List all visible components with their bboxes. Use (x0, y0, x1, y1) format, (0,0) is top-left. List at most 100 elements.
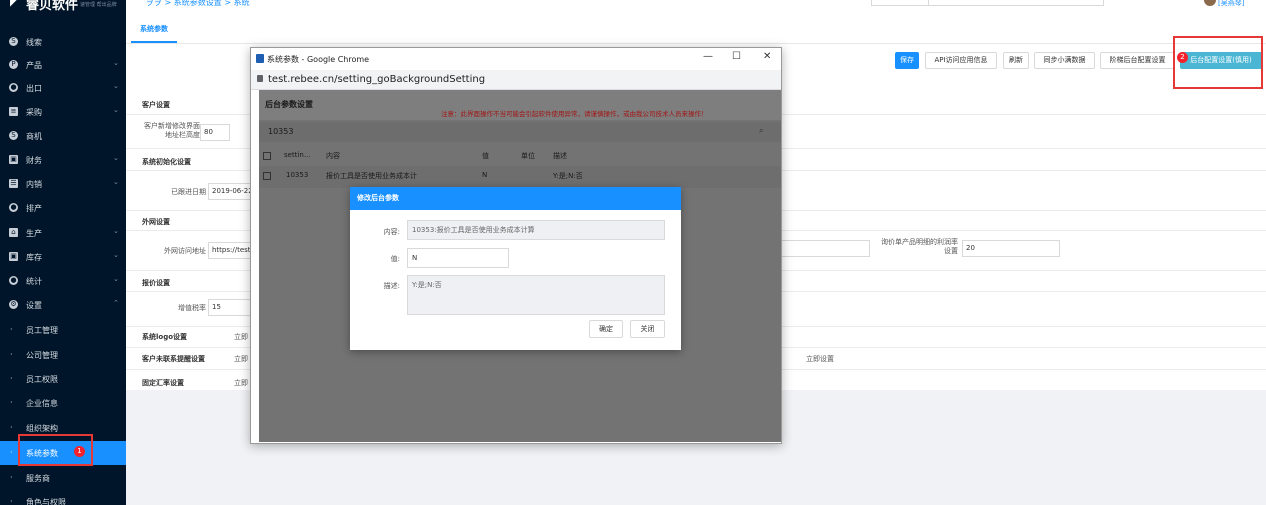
section-title: 系统logo设置 (142, 333, 188, 341)
sidebar-sub-employee-management[interactable]: · 员工管理 (0, 318, 126, 342)
sidebar-item-finance[interactable]: ▣ 财务 ⌄ (0, 148, 126, 172)
brand-name: 睿贝软件 (26, 0, 79, 13)
cell-value: N (482, 171, 488, 179)
logo-set-link[interactable]: 立即 (234, 332, 248, 342)
chevron-down-icon: ⌄ (113, 178, 119, 186)
chevron-down-icon: ⌄ (113, 154, 119, 162)
logo: ◤ 睿贝软件 速管理 帮出品牌 (0, 0, 126, 16)
profit-rate-field[interactable]: 20 (962, 240, 1060, 257)
tiered-config-button[interactable]: 阶梯后台配置设置 (1100, 52, 1175, 69)
leads-icon: S (9, 37, 18, 46)
url-text[interactable]: test.rebee.cn/setting_goBackgroundSettin… (268, 74, 485, 85)
breadcrumb[interactable]: ヺヺ > 系统参数设置 > 系统 (146, 0, 250, 8)
sidebar-item-label: 公司管理 (26, 351, 58, 360)
api-info-button[interactable]: API访问应用信息 (925, 52, 997, 69)
external-extra-field[interactable] (780, 240, 870, 257)
save-button[interactable]: 保存 (895, 52, 919, 69)
sidebar-item-opportunity[interactable]: S 商机 (0, 124, 126, 148)
chevron-down-icon: ⌄ (113, 106, 119, 114)
sidebar-item-label: 统计 (26, 277, 42, 286)
section-title: 外网设置 (142, 218, 170, 226)
sidebar-item-products[interactable]: P 产品 ⌄ (0, 53, 126, 77)
sidebar-item-scheduling[interactable]: ● 排产 (0, 196, 126, 220)
bullet: · (10, 423, 13, 432)
highlight-box (1173, 36, 1263, 89)
content-field: 10353:报价工具是否使用业务成本计算 (407, 220, 665, 240)
bullet: · (10, 325, 13, 334)
row-checkbox[interactable] (263, 172, 271, 180)
rate-set-link[interactable]: 立即 (234, 378, 248, 388)
refresh-button[interactable]: 刷新 (1003, 52, 1029, 69)
gear-icon: ⚙ (9, 300, 18, 309)
unlinked-set-link[interactable]: 立即 (234, 354, 248, 364)
sidebar-item-leads[interactable]: S 线索 (0, 30, 126, 54)
sidebar-item-production[interactable]: ⌂ 生产 ⌄ (0, 221, 126, 245)
sidebar-item-label: 财务 (26, 156, 42, 165)
sidebar-item-label: 出口 (26, 84, 42, 93)
sidebar-sub-service-provider[interactable]: · 服务商 (0, 466, 126, 490)
chevron-down-icon: ⌄ (113, 275, 119, 283)
user-name[interactable]: [吴燕琴] (1218, 0, 1244, 8)
top-search-input[interactable] (871, 0, 1104, 6)
section-title: 系统初始化设置 (142, 158, 191, 166)
customer-height-field[interactable]: 80 (200, 124, 230, 141)
warning-text: 注意：此界面操作不当可能会引起软件使用异常，请谨慎操作，或由我公司技术人员来操作… (441, 110, 708, 118)
field-label: 外网访问地址 (164, 247, 206, 255)
desc-label: 描述: (383, 282, 400, 290)
value-field[interactable]: N (407, 248, 509, 268)
sidebar-item-domestic-sales[interactable]: ☰ 内销 ⌄ (0, 172, 126, 196)
maximize-icon[interactable]: ☐ (732, 51, 741, 62)
online-date-field[interactable]: 2019-06-22 (208, 183, 252, 200)
sidebar-item-export[interactable]: ● 出口 ⌄ (0, 76, 126, 100)
pie-chart-icon: ● (9, 276, 18, 285)
sidebar-item-inventory[interactable]: ▣ 库存 ⌄ (0, 245, 126, 269)
column-header: 值 (482, 152, 489, 160)
bullet: · (10, 497, 13, 505)
address-bar[interactable]: test.rebee.cn/setting_goBackgroundSettin… (251, 70, 781, 90)
tab-bar: 系统参数 (126, 16, 1266, 44)
sidebar-item-label: 商机 (26, 132, 42, 141)
minimize-icon[interactable]: — (703, 51, 713, 62)
cart-icon: ≡ (9, 107, 18, 116)
sidebar-item-label: 线索 (26, 38, 42, 47)
close-icon[interactable]: ✕ (763, 51, 771, 62)
sidebar-sub-company-info[interactable]: · 企业信息 (0, 391, 126, 415)
logo-mark: ◤ (10, 0, 20, 9)
field-label: 客户新增修改界面地址栏高度 (144, 122, 200, 139)
tax-rate-field[interactable]: 15 (208, 299, 252, 316)
column-header: 单位 (521, 152, 535, 160)
section-title: 报价设置 (142, 279, 170, 287)
search-icon[interactable]: ⌕ (759, 126, 763, 136)
sidebar-sub-employee-permissions[interactable]: · 员工权限 (0, 367, 126, 391)
sidebar-item-label: 员工权限 (26, 375, 58, 384)
sidebar-sub-roles[interactable]: · 角色与权限 (0, 490, 126, 505)
sidebar-sub-company-management[interactable]: · 公司管理 (0, 343, 126, 367)
export-icon: ● (9, 83, 18, 92)
sidebar-item-label: 服务商 (26, 474, 50, 483)
finance-icon: ▣ (9, 155, 18, 164)
tab-system-params[interactable]: 系统参数 (131, 16, 177, 43)
select-all-checkbox[interactable] (263, 152, 271, 160)
search-value: 10353 (268, 127, 294, 136)
param-search-input[interactable]: 10353 ⌕ (259, 122, 781, 142)
sidebar-item-statistics[interactable]: ● 统计 ⌄ (0, 269, 126, 293)
unlinked-set-link-right[interactable]: 立即设置 (806, 354, 834, 364)
sidebar-item-purchase[interactable]: ≡ 采购 ⌄ (0, 100, 126, 124)
scheduling-icon: ● (9, 203, 18, 212)
section-title: 客户设置 (142, 101, 170, 109)
avatar[interactable] (1204, 0, 1216, 6)
close-button[interactable]: 关闭 (630, 320, 665, 338)
table-row[interactable]: 10353 报价工具是否使用业务成本计 N Y:是;N:否 (259, 166, 781, 188)
sidebar-item-label: 采购 (26, 108, 42, 117)
sidebar-item-label: 员工管理 (26, 326, 58, 335)
confirm-button[interactable]: 确定 (589, 320, 623, 338)
cell-content: 报价工具是否使用业务成本计 (326, 172, 417, 180)
column-header: 描述 (553, 152, 567, 160)
opportunity-icon: S (9, 131, 18, 140)
external-url-field[interactable]: https://test.r (208, 242, 252, 259)
sync-xiaoman-button[interactable]: 同步小满数据 (1034, 52, 1095, 69)
sidebar-item-label: 内销 (26, 180, 42, 189)
favicon-icon (256, 54, 264, 63)
sidebar-item-settings[interactable]: ⚙ 设置 ⌃ (0, 293, 126, 317)
sidebar-item-label: 生产 (26, 229, 42, 238)
